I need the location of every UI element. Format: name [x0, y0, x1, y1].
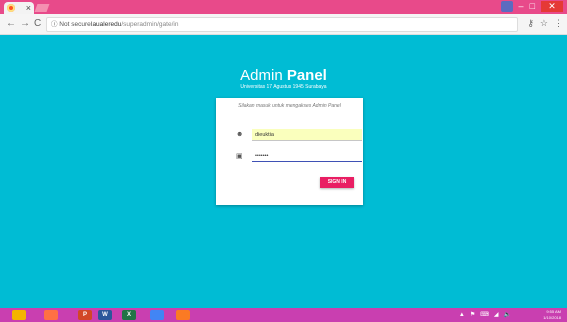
- login-card: Silakan masuk untuk mengakses Admin Pane…: [216, 98, 363, 205]
- lock-icon: ▣: [236, 153, 243, 160]
- window-controls: – □ ✕: [500, 1, 563, 12]
- menu-icon[interactable]: ⋮: [554, 18, 563, 29]
- password-field-row: ▣: [236, 150, 362, 163]
- signin-button[interactable]: SIGN IN: [320, 177, 354, 188]
- password-input[interactable]: [252, 150, 362, 162]
- tab-close-icon[interactable]: ×: [26, 2, 31, 14]
- clock[interactable]: 9:55 AM 1/10/2018: [543, 309, 561, 321]
- url-path: /superadmin/gate/in: [121, 21, 179, 28]
- title-bold: Panel: [286, 67, 327, 84]
- taskbar-excel-icon[interactable]: X: [122, 310, 136, 320]
- taskbar-browser-orb-icon[interactable]: [44, 310, 58, 320]
- bookmark-star-icon[interactable]: ☆: [540, 18, 548, 29]
- profile-icon[interactable]: [500, 1, 513, 12]
- favicon-icon: [7, 4, 15, 12]
- taskbar-powerpoint-icon[interactable]: P: [78, 310, 92, 320]
- reload-button[interactable]: C: [34, 18, 41, 30]
- clock-date: 1/10/2018: [543, 315, 561, 320]
- close-button[interactable]: ✕: [541, 1, 563, 12]
- security-indicator[interactable]: ⓘ Not secure: [51, 18, 91, 31]
- address-bar[interactable]: ⓘ Not secure laualeredu/superadmin/gate/…: [46, 17, 518, 32]
- taskbar: PWX ▲ ⚑ ⌨ ◢ 🔈 9:55 AM 1/10/2018: [0, 308, 567, 322]
- taskbar-explorer-icon[interactable]: [12, 310, 26, 320]
- username-field-row: ☻: [236, 129, 362, 142]
- person-icon: ☻: [236, 131, 244, 138]
- new-tab-button[interactable]: [34, 4, 50, 12]
- toolbar-icons: ⚷ ☆ ⋮: [527, 18, 563, 29]
- taskbar-xampp-icon[interactable]: [176, 310, 190, 320]
- browser-titlebar: × – □ ✕: [0, 0, 567, 14]
- minimize-button[interactable]: –: [519, 1, 524, 12]
- tray-up-icon[interactable]: ▲: [459, 310, 465, 320]
- forward-button[interactable]: →: [20, 18, 30, 30]
- browser-toolbar: ← → C ⓘ Not secure laualeredu/superadmin…: [0, 14, 567, 35]
- taskbar-word-icon[interactable]: W: [98, 310, 112, 320]
- browser-tab[interactable]: ×: [4, 2, 34, 14]
- title-light: Admin: [240, 67, 287, 84]
- page-content: Admin Panel Universitas 17 Agustus 1945 …: [0, 35, 567, 308]
- username-input[interactable]: [252, 129, 362, 141]
- page-subtitle: Universitas 17 Agustus 1945 Surabaya: [240, 84, 327, 90]
- system-tray: ▲ ⚑ ⌨ ◢ 🔈: [459, 310, 511, 320]
- login-message: Silakan masuk untuk mengakses Admin Pane…: [238, 103, 341, 109]
- back-button[interactable]: ←: [6, 18, 16, 30]
- url-host: laualeredu: [91, 21, 122, 28]
- tray-flag-icon[interactable]: ⚑: [470, 310, 475, 320]
- key-icon[interactable]: ⚷: [527, 18, 534, 29]
- page-title: Admin Panel: [0, 68, 567, 84]
- tray-volume-icon[interactable]: 🔈: [504, 310, 511, 320]
- url-text: laualeredu/superadmin/gate/in: [91, 18, 178, 31]
- tray-network-icon[interactable]: ◢: [494, 310, 499, 320]
- taskbar-chrome-icon[interactable]: [150, 310, 164, 320]
- maximize-button[interactable]: □: [530, 1, 535, 12]
- tray-keyboard-icon[interactable]: ⌨: [480, 310, 489, 320]
